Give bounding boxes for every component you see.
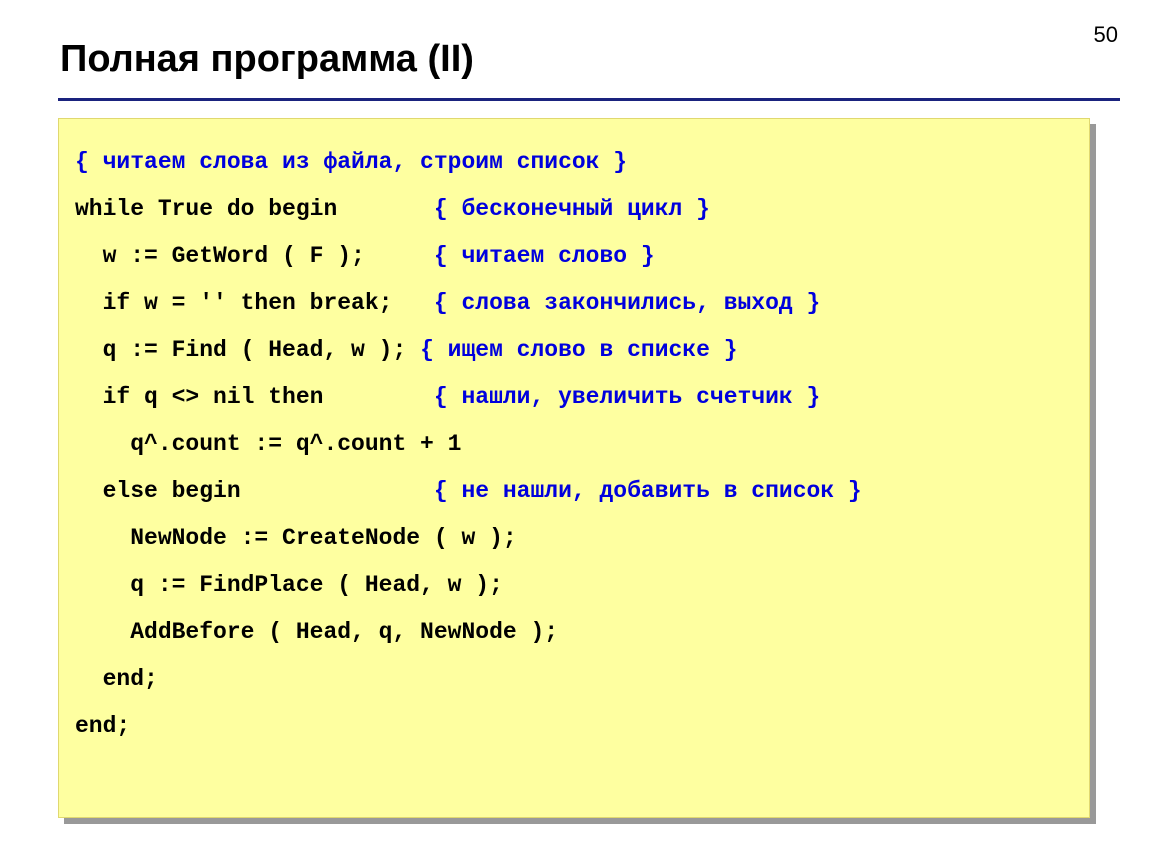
code-text: while True do begin xyxy=(75,196,434,222)
code-line-7: q^.count := q^.count + 1 xyxy=(75,421,1073,468)
code-text: q^.count := q^.count + 1 xyxy=(75,431,461,457)
code-comment: { нашли, увеличить счетчик } xyxy=(434,384,820,410)
code-line-10: q := FindPlace ( Head, w ); xyxy=(75,562,1073,609)
code-text: AddBefore ( Head, q, NewNode ); xyxy=(75,619,558,645)
code-text: NewNode := CreateNode ( w ); xyxy=(75,525,517,551)
code-text: w := GetWord ( F ); xyxy=(75,243,434,269)
code-comment: { бесконечный цикл } xyxy=(434,196,710,222)
code-line-1: { читаем слова из файла, строим список } xyxy=(75,139,1073,186)
code-comment: { не нашли, добавить в список } xyxy=(434,478,862,504)
code-line-9: NewNode := CreateNode ( w ); xyxy=(75,515,1073,562)
code-text: if q <> nil then xyxy=(75,384,434,410)
code-comment: { читаем слова из файла, строим список } xyxy=(75,149,627,175)
code-comment: { слова закончились, выход } xyxy=(434,290,820,316)
code-line-8: else begin { не нашли, добавить в список… xyxy=(75,468,1073,515)
page-number: 50 xyxy=(1094,22,1118,48)
code-line-12: end; xyxy=(75,656,1073,703)
code-text: else begin xyxy=(75,478,434,504)
code-comment: { читаем слово } xyxy=(434,243,655,269)
code-text: q := Find ( Head, w ); xyxy=(75,337,420,363)
code-line-4: if w = '' then break; { слова закончилис… xyxy=(75,280,1073,327)
slide-title: Полная программа (II) xyxy=(60,38,474,81)
title-underline xyxy=(58,98,1120,101)
code-block: { читаем слова из файла, строим список }… xyxy=(58,118,1090,818)
code-text: end; xyxy=(75,666,158,692)
code-line-2: while True do begin { бесконечный цикл } xyxy=(75,186,1073,233)
code-line-3: w := GetWord ( F ); { читаем слово } xyxy=(75,233,1073,280)
code-text: q := FindPlace ( Head, w ); xyxy=(75,572,503,598)
code-text: if w = '' then break; xyxy=(75,290,434,316)
code-line-11: AddBefore ( Head, q, NewNode ); xyxy=(75,609,1073,656)
code-line-5: q := Find ( Head, w ); { ищем слово в сп… xyxy=(75,327,1073,374)
code-line-13: end; xyxy=(75,703,1073,750)
code-comment: { ищем слово в списке } xyxy=(420,337,737,363)
code-text: end; xyxy=(75,713,130,739)
code-line-6: if q <> nil then { нашли, увеличить счет… xyxy=(75,374,1073,421)
